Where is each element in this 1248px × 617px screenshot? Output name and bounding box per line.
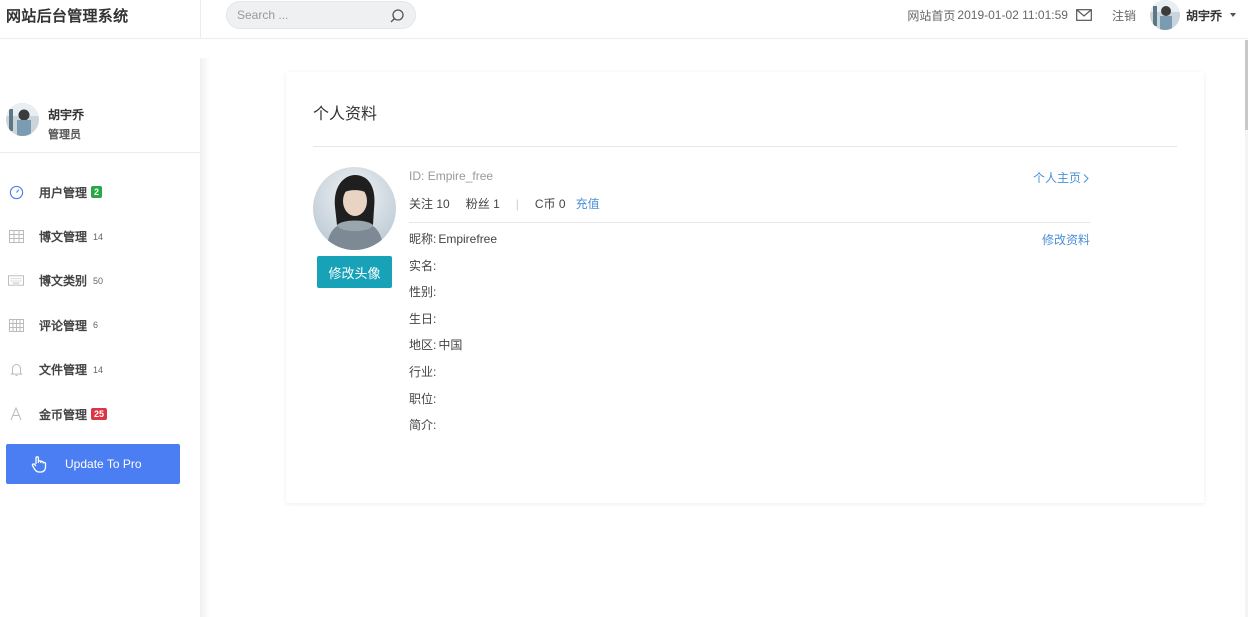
sidebar-item-label: 博文类别 <box>39 274 88 289</box>
field-region: 地区: 中国 <box>409 336 497 363</box>
upgrade-button[interactable]: Update To Pro <box>6 444 180 484</box>
coin-label: C币 <box>534 197 556 211</box>
sidebar-item-label: 金币管理 <box>39 407 88 422</box>
keyboard-icon <box>8 273 24 289</box>
field-industry: 行业: <box>409 363 497 390</box>
separator: | <box>515 196 519 211</box>
field-label: 简介: <box>409 418 437 433</box>
profile-fields: 昵称: Empirefree 实名: 性别: 生日: 地区: 中国 行业: 职位: … <box>409 230 497 443</box>
recharge-link[interactable]: 充值 <box>576 195 600 212</box>
header-username[interactable]: 胡宇乔 <box>1186 7 1222 24</box>
header-divider <box>200 0 201 39</box>
follow-count: 10 <box>436 196 450 211</box>
field-gender: 性别: <box>409 283 497 310</box>
status-badge: 2 <box>91 186 103 199</box>
follow-label: 关注 <box>409 197 434 211</box>
sidebar-item-categories[interactable]: 博文类别 50 <box>0 259 200 303</box>
field-value: Empirefree <box>438 232 498 246</box>
top-header: 网站后台管理系统 网站首页 2019-01-02 11:01:59 注销 胡宇乔 <box>0 0 1248 39</box>
item-count: 6 <box>93 320 99 331</box>
speedometer-icon <box>8 184 24 200</box>
fans-label: 粉丝 <box>465 197 490 211</box>
sidebar-nav: 用户管理 2 博文管理 14 博文类别 50 评论管理 6 文件管理 14 金币… <box>0 170 200 436</box>
datetime: 2019-01-02 11:01:59 <box>957 8 1068 22</box>
sidebar-item-comments[interactable]: 评论管理 6 <box>0 303 200 347</box>
divider <box>313 146 1177 147</box>
field-label: 地区: <box>409 338 437 353</box>
chevron-down-icon[interactable] <box>1230 13 1236 17</box>
profile-card: 个人资料 修改头像 ID: Empire_free 个人主页 关注 10 粉丝 … <box>286 72 1204 503</box>
coin-count: 0 <box>558 196 566 211</box>
field-label: 职位: <box>409 391 437 406</box>
item-count: 14 <box>93 231 104 242</box>
search-input[interactable] <box>237 8 377 22</box>
search-icon[interactable] <box>389 8 405 24</box>
sidebar-user: 胡宇乔 管理员 <box>0 58 200 153</box>
avatar[interactable] <box>1149 0 1180 30</box>
bell-icon <box>8 362 24 378</box>
field-position: 职位: <box>409 390 497 417</box>
page-title: 个人资料 <box>313 106 378 123</box>
sidebar-shadow <box>200 58 210 617</box>
field-label: 性别: <box>409 285 437 300</box>
status-badge: 25 <box>91 408 108 421</box>
hand-pointer-icon <box>31 456 47 473</box>
homepage-link[interactable]: 个人主页 <box>1033 169 1090 186</box>
grid-icon <box>8 229 24 245</box>
sidebar-item-label: 博文管理 <box>39 230 88 245</box>
field-nickname: 昵称: Empirefree <box>409 230 497 257</box>
change-avatar-button[interactable]: 修改头像 <box>317 256 392 288</box>
fans-count: 1 <box>493 196 500 211</box>
field-realname: 实名: <box>409 257 497 284</box>
field-birthday: 生日: <box>409 310 497 337</box>
chevron-right-icon <box>1083 174 1089 183</box>
field-label: 昵称: <box>409 232 437 246</box>
sidebar-item-label: 用户管理 <box>39 185 88 200</box>
sidebar-item-label: 文件管理 <box>39 363 88 378</box>
field-bio: 简介: <box>409 416 497 443</box>
id-label: ID: <box>409 169 425 183</box>
field-value: 中国 <box>438 338 463 353</box>
letter-a-icon <box>8 406 24 422</box>
table-icon <box>8 317 24 333</box>
user-stats: 关注 10 粉丝 1 | C币 0 充值 <box>409 195 600 212</box>
sidebar-item-label: 评论管理 <box>39 318 88 333</box>
field-label: 行业: <box>409 364 437 379</box>
header-right: 网站首页 2019-01-02 11:01:59 注销 胡宇乔 <box>907 0 1236 30</box>
sidebar-avatar[interactable] <box>6 103 39 136</box>
item-count: 14 <box>93 364 104 375</box>
sidebar-item-coins[interactable]: 金币管理 25 <box>0 392 200 436</box>
field-label: 生日: <box>409 311 437 326</box>
field-label: 实名: <box>409 258 437 273</box>
mail-icon[interactable] <box>1076 9 1092 21</box>
profile-avatar <box>313 167 396 250</box>
upgrade-label: Update To Pro <box>65 457 142 471</box>
divider <box>409 222 1090 223</box>
sidebar-user-name: 胡宇乔 <box>48 108 85 122</box>
edit-profile-link[interactable]: 修改资料 <box>1042 231 1090 248</box>
home-link[interactable]: 网站首页 <box>907 7 955 24</box>
id-value: Empire_free <box>427 169 494 183</box>
logout-link[interactable]: 注销 <box>1112 7 1136 24</box>
sidebar-user-role: 管理员 <box>48 129 81 141</box>
homepage-link-label: 个人主页 <box>1032 171 1081 185</box>
user-id: ID: Empire_free <box>409 169 493 183</box>
site-brand[interactable]: 网站后台管理系统 <box>6 5 128 26</box>
search-box[interactable] <box>226 1 416 29</box>
sidebar-item-posts[interactable]: 博文管理 14 <box>0 214 200 258</box>
sidebar-item-users[interactable]: 用户管理 2 <box>0 170 200 214</box>
item-count: 50 <box>93 275 104 286</box>
sidebar-item-files[interactable]: 文件管理 14 <box>0 348 200 392</box>
